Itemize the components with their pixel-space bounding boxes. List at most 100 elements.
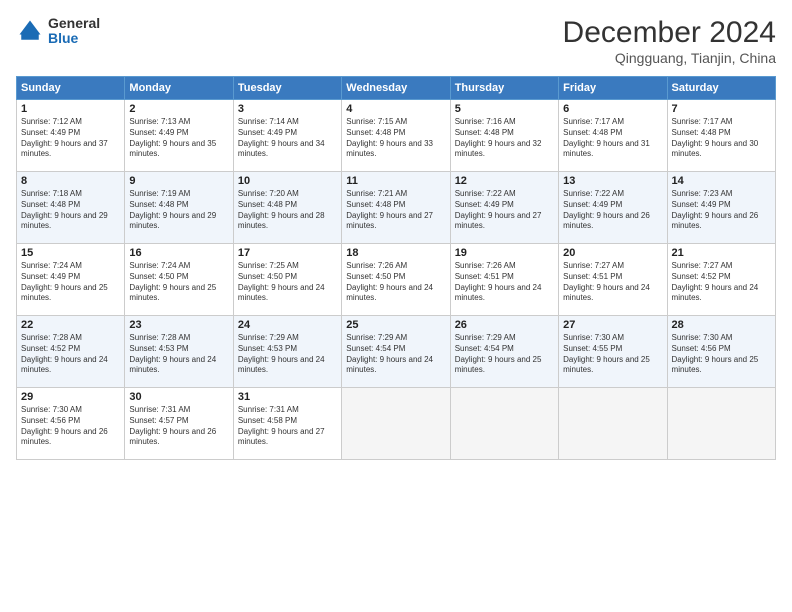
calendar-cell: 9 Sunrise: 7:19 AMSunset: 4:48 PMDaylight…: [125, 172, 233, 244]
calendar-cell: 12Sunrise: 7:22 AMSunset: 4:49 PMDayligh…: [450, 172, 558, 244]
cell-text: Sunrise: 7:12 AMSunset: 4:49 PMDaylight:…: [21, 117, 120, 160]
calendar-cell: 15 Sunrise: 7:24 AMSunset: 4:49 PMDayligh…: [17, 244, 125, 316]
day-number: 15: [21, 247, 120, 259]
cell-text: Sunrise: 7:24 AMSunset: 4:49 PMDaylight:…: [21, 261, 120, 304]
day-number: 11: [346, 175, 445, 187]
cell-text: Sunrise: 7:22 AMSunset: 4:49 PMDaylight:…: [563, 189, 662, 232]
calendar-cell: 17 Sunrise: 7:25 AMSunset: 4:50 PMDayligh…: [233, 244, 341, 316]
calendar-cell: 11Sunrise: 7:21 AMSunset: 4:48 PMDayligh…: [342, 172, 450, 244]
day-number: 7: [672, 103, 771, 115]
day-number: 28: [672, 319, 771, 331]
calendar-cell: 1 Sunrise: 7:12 AMSunset: 4:49 PMDaylight…: [17, 100, 125, 172]
calendar-cell: [450, 388, 558, 460]
cell-text: Sunrise: 7:29 AMSunset: 4:53 PMDaylight:…: [238, 333, 337, 376]
calendar-cell: 24 Sunrise: 7:29 AMSunset: 4:53 PMDayligh…: [233, 316, 341, 388]
cell-text: Sunrise: 7:25 AMSunset: 4:50 PMDaylight:…: [238, 261, 337, 304]
cell-text: Sunrise: 7:17 AMSunset: 4:48 PMDaylight:…: [672, 117, 771, 160]
header: General Blue December 2024 Qingguang, Ti…: [16, 16, 776, 66]
header-tuesday: Tuesday: [233, 77, 341, 100]
cell-text: Sunrise: 7:24 AMSunset: 4:50 PMDaylight:…: [129, 261, 228, 304]
day-number: 2: [129, 103, 228, 115]
cell-text: Sunrise: 7:15 AMSunset: 4:48 PMDaylight:…: [346, 117, 445, 160]
day-number: 16: [129, 247, 228, 259]
calendar-cell: 2 Sunrise: 7:13 AMSunset: 4:49 PMDaylight…: [125, 100, 233, 172]
logo-general-text: General: [48, 16, 100, 31]
logo-text: General Blue: [48, 16, 100, 47]
calendar-cell: 28 Sunrise: 7:30 AMSunset: 4:56 PMDayligh…: [667, 316, 775, 388]
logo-blue-text: Blue: [48, 31, 100, 46]
header-wednesday: Wednesday: [342, 77, 450, 100]
header-monday: Monday: [125, 77, 233, 100]
logo-icon: [16, 17, 44, 45]
day-number: 17: [238, 247, 337, 259]
week-row-0: 1 Sunrise: 7:12 AMSunset: 4:49 PMDaylight…: [17, 100, 776, 172]
day-number: 29: [21, 391, 120, 403]
cell-text: Sunrise: 7:16 AMSunset: 4:48 PMDaylight:…: [455, 117, 554, 160]
cell-text: Sunrise: 7:22 AMSunset: 4:49 PMDaylight:…: [455, 189, 554, 232]
header-friday: Friday: [559, 77, 667, 100]
day-number: 25: [346, 319, 445, 331]
day-number: 23: [129, 319, 228, 331]
calendar-cell: 20 Sunrise: 7:27 AMSunset: 4:51 PMDayligh…: [559, 244, 667, 316]
calendar-cell: 7 Sunrise: 7:17 AMSunset: 4:48 PMDaylight…: [667, 100, 775, 172]
day-number: 13: [563, 175, 662, 187]
day-number: 6: [563, 103, 662, 115]
calendar-cell: 30 Sunrise: 7:31 AMSunset: 4:57 PMDayligh…: [125, 388, 233, 460]
day-number: 30: [129, 391, 228, 403]
day-number: 20: [563, 247, 662, 259]
week-row-1: 8Sunrise: 7:18 AMSunset: 4:48 PMDaylight…: [17, 172, 776, 244]
cell-text: Sunrise: 7:27 AMSunset: 4:51 PMDaylight:…: [563, 261, 662, 304]
cell-text: Sunrise: 7:30 AMSunset: 4:56 PMDaylight:…: [672, 333, 771, 376]
cell-text: Sunrise: 7:28 AMSunset: 4:53 PMDaylight:…: [129, 333, 228, 376]
page: General Blue December 2024 Qingguang, Ti…: [0, 0, 792, 612]
calendar-cell: 10Sunrise: 7:20 AMSunset: 4:48 PMDayligh…: [233, 172, 341, 244]
week-row-4: 29 Sunrise: 7:30 AMSunset: 4:56 PMDayligh…: [17, 388, 776, 460]
title-block: December 2024 Qingguang, Tianjin, China: [563, 16, 776, 66]
cell-text: Sunrise: 7:30 AMSunset: 4:56 PMDaylight:…: [21, 405, 120, 448]
day-number: 21: [672, 247, 771, 259]
day-number: 24: [238, 319, 337, 331]
day-number: 14: [672, 175, 771, 187]
calendar-cell: 26 Sunrise: 7:29 AMSunset: 4:54 PMDayligh…: [450, 316, 558, 388]
cell-text: Sunrise: 7:26 AMSunset: 4:51 PMDaylight:…: [455, 261, 554, 304]
calendar-cell: 27Sunrise: 7:30 AMSunset: 4:55 PMDayligh…: [559, 316, 667, 388]
cell-text: Sunrise: 7:29 AMSunset: 4:54 PMDaylight:…: [455, 333, 554, 376]
day-number: 26: [455, 319, 554, 331]
calendar-cell: 4Sunrise: 7:15 AMSunset: 4:48 PMDaylight…: [342, 100, 450, 172]
header-sunday: Sunday: [17, 77, 125, 100]
calendar-cell: 25Sunrise: 7:29 AMSunset: 4:54 PMDayligh…: [342, 316, 450, 388]
day-number: 9: [129, 175, 228, 187]
day-number: 5: [455, 103, 554, 115]
calendar-cell: 29 Sunrise: 7:30 AMSunset: 4:56 PMDayligh…: [17, 388, 125, 460]
cell-text: Sunrise: 7:31 AMSunset: 4:58 PMDaylight:…: [238, 405, 337, 448]
calendar-cell: 3Sunrise: 7:14 AMSunset: 4:49 PMDaylight…: [233, 100, 341, 172]
month-title: December 2024: [563, 16, 776, 50]
week-row-2: 15 Sunrise: 7:24 AMSunset: 4:49 PMDayligh…: [17, 244, 776, 316]
day-number: 31: [238, 391, 337, 403]
calendar-cell: [559, 388, 667, 460]
cell-text: Sunrise: 7:17 AMSunset: 4:48 PMDaylight:…: [563, 117, 662, 160]
cell-text: Sunrise: 7:26 AMSunset: 4:50 PMDaylight:…: [346, 261, 445, 304]
calendar-cell: 8Sunrise: 7:18 AMSunset: 4:48 PMDaylight…: [17, 172, 125, 244]
cell-text: Sunrise: 7:13 AMSunset: 4:49 PMDaylight:…: [129, 117, 228, 160]
cell-text: Sunrise: 7:27 AMSunset: 4:52 PMDaylight:…: [672, 261, 771, 304]
week-row-3: 22 Sunrise: 7:28 AMSunset: 4:52 PMDayligh…: [17, 316, 776, 388]
day-number: 19: [455, 247, 554, 259]
calendar-cell: 16 Sunrise: 7:24 AMSunset: 4:50 PMDayligh…: [125, 244, 233, 316]
cell-text: Sunrise: 7:31 AMSunset: 4:57 PMDaylight:…: [129, 405, 228, 448]
calendar-cell: 19 Sunrise: 7:26 AMSunset: 4:51 PMDayligh…: [450, 244, 558, 316]
cell-text: Sunrise: 7:14 AMSunset: 4:49 PMDaylight:…: [238, 117, 337, 160]
day-number: 1: [21, 103, 120, 115]
calendar-cell: [342, 388, 450, 460]
cell-text: Sunrise: 7:19 AMSunset: 4:48 PMDaylight:…: [129, 189, 228, 232]
header-row: SundayMondayTuesdayWednesdayThursdayFrid…: [17, 77, 776, 100]
calendar-cell: 22 Sunrise: 7:28 AMSunset: 4:52 PMDayligh…: [17, 316, 125, 388]
calendar-cell: 14Sunrise: 7:23 AMSunset: 4:49 PMDayligh…: [667, 172, 775, 244]
cell-text: Sunrise: 7:28 AMSunset: 4:52 PMDaylight:…: [21, 333, 120, 376]
calendar-cell: 13 Sunrise: 7:22 AMSunset: 4:49 PMDayligh…: [559, 172, 667, 244]
calendar-cell: 23 Sunrise: 7:28 AMSunset: 4:53 PMDayligh…: [125, 316, 233, 388]
day-number: 22: [21, 319, 120, 331]
calendar-cell: 18Sunrise: 7:26 AMSunset: 4:50 PMDayligh…: [342, 244, 450, 316]
day-number: 10: [238, 175, 337, 187]
calendar-cell: 31 Sunrise: 7:31 AMSunset: 4:58 PMDayligh…: [233, 388, 341, 460]
